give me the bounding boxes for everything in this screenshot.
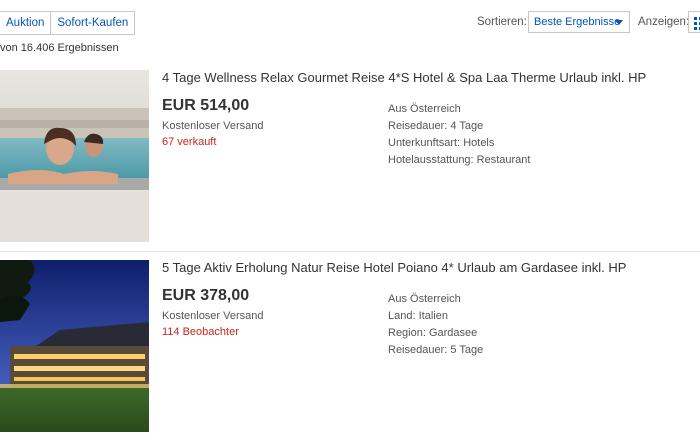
item-attributes: Aus Österreich Reisedauer: 4 Tage Unterk… [388,101,530,169]
format-tabs: Auktion Sofort-Kaufen [0,11,136,35]
sort-value: Beste Ergebnisse [534,16,621,28]
sort-label: Sortieren: [477,16,527,28]
list-item: 4 Tage Wellness Relax Gourmet Reise 4*S … [0,70,700,250]
item-shipping: Kostenloser Versand [162,310,264,322]
item-attribute: Land: Italien [388,310,448,322]
results-count: von 16.406 Ergebnissen [0,42,119,54]
item-attribute: Reisedauer: 5 Tage [388,344,484,356]
grid-view-icon[interactable] [688,11,700,33]
item-divider [0,251,700,252]
item-image-spa[interactable] [0,70,149,242]
item-attribute: Region: Gardasee [388,327,478,339]
tab-auction[interactable]: Auktion [0,11,52,35]
item-title[interactable]: 4 Tage Wellness Relax Gourmet Reise 4*S … [162,70,646,85]
tab-buy-it-now[interactable]: Sofort-Kaufen [50,11,136,35]
list-item: 5 Tage Aktiv Erholung Natur Reise Hotel … [0,260,700,436]
item-image-hotel[interactable] [0,260,149,432]
results-toolbar: Auktion Sofort-Kaufen Sortieren: Beste E… [0,0,700,40]
item-title[interactable]: 5 Tage Aktiv Erholung Natur Reise Hotel … [162,260,626,275]
item-shipping: Kostenloser Versand [162,120,264,132]
sort-dropdown[interactable]: Beste Ergebnisse [528,11,630,33]
item-watchers: 114 Beobachter [162,326,239,338]
item-price: EUR 378,00 [162,287,250,304]
item-sold-count: 67 verkauft [162,136,217,148]
chevron-down-icon [615,20,623,25]
item-attribute: Aus Österreich [388,103,461,115]
item-attribute: Hotelausstattung: Restaurant [388,154,531,166]
item-attributes: Aus Österreich Land: Italien Region: Gar… [388,291,483,359]
item-attribute: Aus Österreich [388,293,461,305]
item-attribute: Reisedauer: 4 Tage [388,120,484,132]
item-price: EUR 514,00 [162,97,250,114]
item-attribute: Unterkunftsart: Hotels [388,137,495,149]
view-label: Anzeigen: [638,16,690,28]
